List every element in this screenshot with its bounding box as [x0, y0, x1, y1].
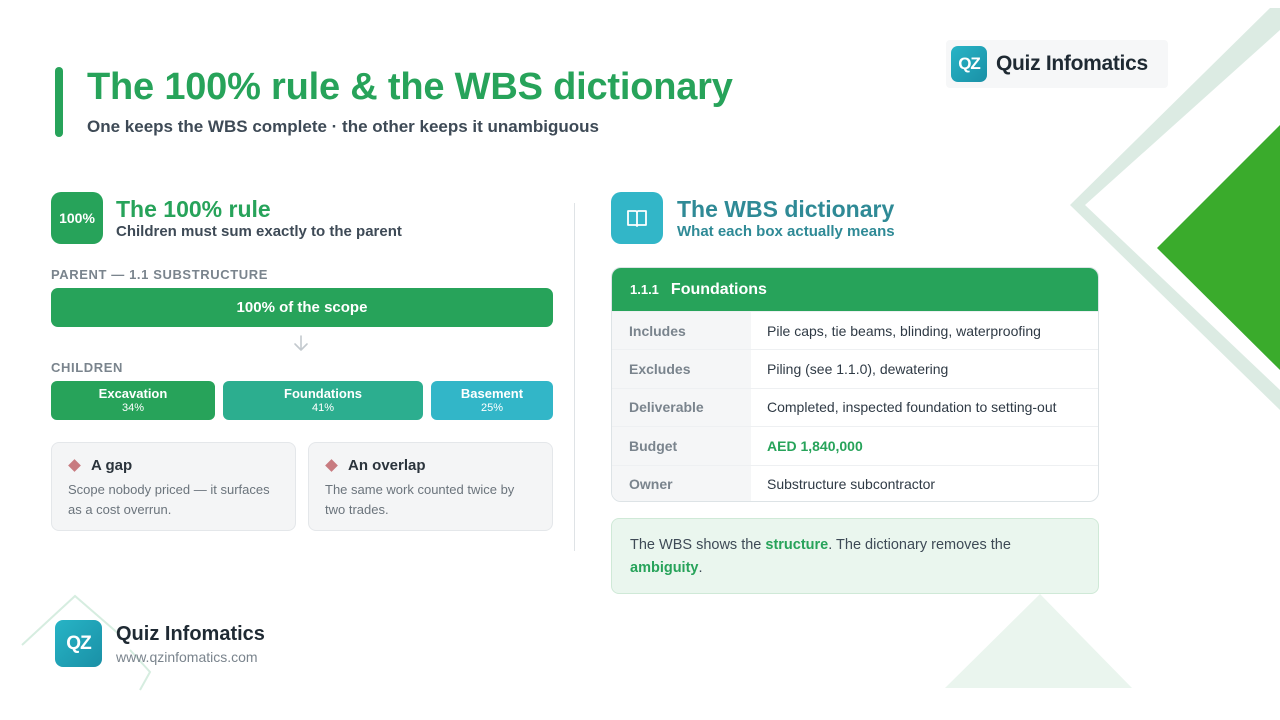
- card-title: An overlap: [348, 457, 426, 474]
- child-name: Foundations: [284, 386, 362, 401]
- overlap-card: An overlap The same work counted twice b…: [308, 442, 553, 531]
- child-name: Excavation: [98, 386, 168, 401]
- rule-title: The 100% rule: [116, 196, 271, 222]
- row-value: Completed, inspected foundation to setti…: [767, 399, 1057, 416]
- percent-icon: 100%: [51, 192, 103, 244]
- card-title: A gap: [91, 457, 133, 474]
- page-subtitle: One keeps the WBS complete · the other k…: [87, 117, 599, 136]
- brand-name: Quiz Infomatics: [996, 52, 1148, 75]
- entry-name: Foundations: [670, 280, 767, 298]
- arrow-down-icon: [294, 335, 308, 351]
- book-icon: [611, 192, 663, 244]
- title-accent-bar: [55, 67, 63, 137]
- table-row: Deliverable Completed, inspected foundat…: [612, 387, 1098, 427]
- child-percent: 25%: [480, 402, 504, 414]
- row-key: Includes: [612, 312, 751, 350]
- parent-label: PARENT — 1.1 SUBSTRUCTURE: [51, 267, 269, 282]
- footer-url[interactable]: www.qzinfomatics.com: [116, 649, 258, 665]
- child-excavation: Excavation 34%: [51, 381, 215, 420]
- parent-scope-label: 100% of the scope: [236, 299, 368, 316]
- table-row: Excludes Piling (see 1.1.0), dewatering: [612, 349, 1098, 388]
- row-value: Pile caps, tie beams, blinding, waterpro…: [767, 322, 1041, 339]
- row-value: Piling (see 1.1.0), dewatering: [767, 361, 949, 378]
- summary-note: The WBS shows the structure. The diction…: [611, 518, 1099, 594]
- table-row: Includes Pile caps, tie beams, blinding,…: [612, 311, 1098, 350]
- card-body: The same work counted twice by two trade…: [325, 482, 515, 517]
- parent-scope-bar: 100% of the scope: [51, 288, 553, 327]
- rule-subtitle: Children must sum exactly to the parent: [116, 223, 402, 240]
- dictionary-entry-header: 1.1.1 Foundations: [612, 268, 1098, 311]
- child-name: Basement: [460, 386, 524, 401]
- row-value: AED 1,840,000: [767, 437, 863, 454]
- table-row: Budget AED 1,840,000: [612, 426, 1098, 465]
- diamond-icon: [68, 459, 81, 472]
- dictionary-subtitle: What each box actually means: [677, 223, 895, 240]
- column-divider: [574, 203, 575, 551]
- card-body: Scope nobody priced — it surfaces as a c…: [68, 482, 270, 517]
- brand-header: QZ Quiz Infomatics: [946, 40, 1168, 88]
- row-value: Substructure subcontractor: [767, 476, 936, 493]
- child-basement: Basement 25%: [431, 381, 553, 420]
- row-key: Deliverable: [612, 388, 751, 427]
- child-percent: 41%: [311, 402, 335, 414]
- page-title: The 100% rule & the WBS dictionary: [87, 66, 733, 108]
- book-glyph-icon: [627, 210, 647, 227]
- diamond-icon: [325, 459, 338, 472]
- footer-brand-name: Quiz Infomatics: [116, 623, 265, 645]
- note-highlight: structure: [765, 537, 829, 553]
- row-key: Excludes: [612, 350, 751, 388]
- row-key: Owner: [612, 465, 751, 501]
- dictionary-title: The WBS dictionary: [677, 196, 895, 222]
- dictionary-entry-table: 1.1.1 Foundations Includes Pile caps, ti…: [611, 267, 1099, 502]
- gap-card: A gap Scope nobody priced — it surfaces …: [51, 442, 296, 531]
- entry-code: 1.1.1: [630, 282, 659, 297]
- child-foundations: Foundations 41%: [223, 381, 423, 420]
- children-label: CHILDREN: [51, 360, 123, 375]
- footer-logo-icon: QZ: [55, 620, 102, 667]
- note-highlight: ambiguity: [630, 560, 699, 576]
- row-key: Budget: [612, 427, 751, 465]
- table-row: Owner Substructure subcontractor: [612, 464, 1098, 501]
- child-percent: 34%: [121, 402, 145, 414]
- brand-logo-icon: QZ: [951, 46, 987, 82]
